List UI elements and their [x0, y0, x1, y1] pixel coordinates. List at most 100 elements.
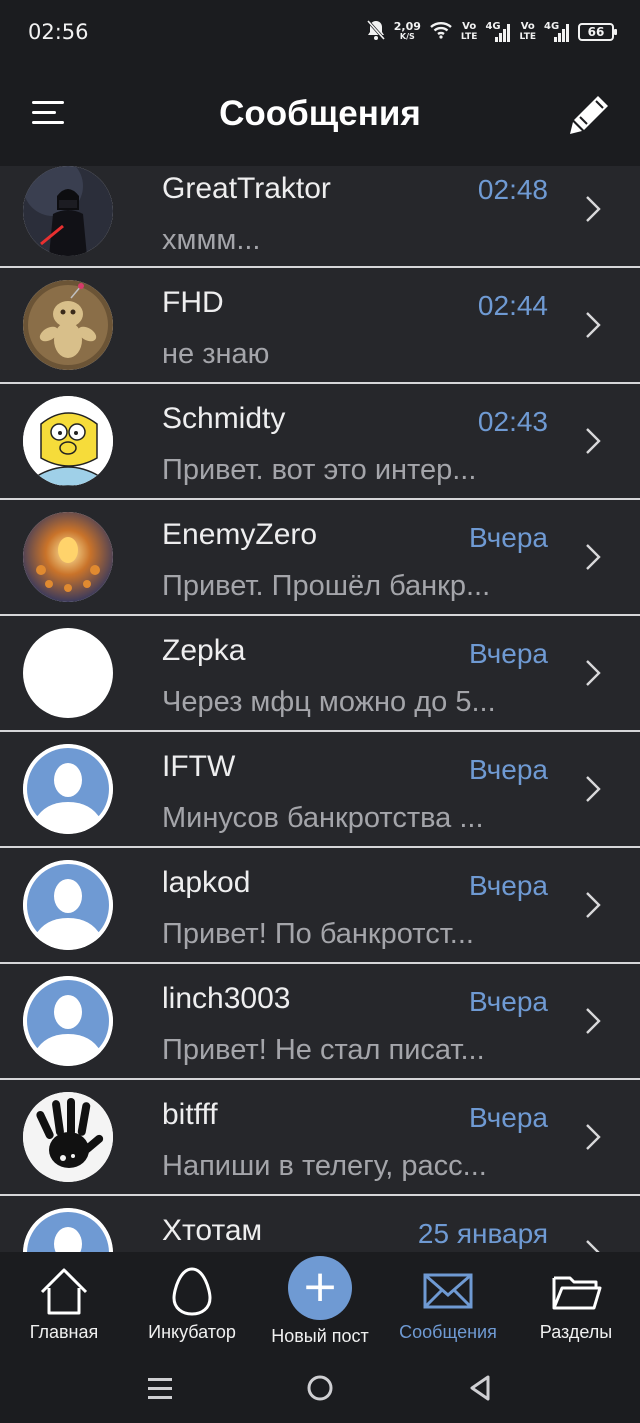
conversation-row[interactable]: bitfff Вчера Напиши в телегу, расс... — [0, 1080, 640, 1196]
glowing-figure-avatar — [23, 512, 113, 602]
conversation-row[interactable]: Хтотам 25 января — [0, 1196, 640, 1252]
chevron-right-icon — [586, 1124, 601, 1150]
sim1-signal: 4G — [485, 21, 511, 43]
sim2-signal: 4G — [544, 21, 570, 43]
conversation-row[interactable]: FHD 02:44 не знаю — [0, 268, 640, 384]
signal-bars-icon — [495, 24, 511, 42]
default-user-avatar — [23, 976, 113, 1066]
conversation-row[interactable]: EnemyZero Вчера Привет. Прошёл банкр... — [0, 500, 640, 616]
page-title: Сообщения — [219, 94, 421, 133]
conversation-row[interactable]: IFTW Вчера Минусов банкротства ... — [0, 732, 640, 848]
nav-sections-label: Разделы — [539, 1322, 613, 1342]
sim1-top: Vo — [462, 21, 477, 32]
conversation-time: 02:43 — [477, 406, 548, 437]
conversation-row[interactable]: linch3003 Вчера Привет! Не стал писат... — [0, 964, 640, 1080]
conversation-name: linch3003 — [162, 982, 291, 1015]
system-nav-bar — [0, 1352, 640, 1423]
conversation-time: Вчера — [468, 638, 548, 669]
pencil-icon — [570, 96, 608, 134]
battery-icon: 66 — [578, 23, 617, 41]
chevron-right-icon — [586, 776, 601, 802]
back-triangle-icon[interactable] — [464, 1372, 496, 1404]
conversation-list[interactable]: GreatTraktor 02:48 хммм... FHD 02:44 не … — [0, 166, 640, 1252]
cartoon-character-avatar — [23, 396, 113, 486]
conversation-time: 02:48 — [477, 174, 548, 205]
conversation-preview: хммм... — [162, 224, 261, 256]
conversation-preview: Привет. Прошёл банкр... — [162, 570, 491, 602]
conversation-name: Schmidty — [162, 402, 286, 435]
nav-new-post[interactable]: + Новый пост — [260, 1252, 380, 1352]
conversation-row[interactable]: Schmidty 02:43 Привет. вот это интер... — [0, 384, 640, 500]
nav-new-post-label: Новый пост — [271, 1326, 369, 1346]
conversation-preview: Привет! Не стал писат... — [162, 1034, 485, 1066]
app-header: Сообщения — [0, 64, 640, 166]
status-time: 02:56 — [28, 20, 89, 44]
conversation-time: 25 января — [417, 1218, 548, 1249]
conversation-time: Вчера — [468, 870, 548, 901]
default-user-avatar — [23, 860, 113, 950]
sim2-bottom: LTE — [519, 32, 536, 42]
bottom-nav: Главная Инкубатор + Новый пост Сообщения… — [0, 1252, 640, 1352]
chevron-right-icon — [586, 892, 601, 918]
net-speed-unit: K/S — [399, 32, 415, 41]
nav-home-label: Главная — [29, 1322, 99, 1342]
hand-print-avatar — [23, 1092, 113, 1182]
nav-incubator[interactable]: Инкубатор — [136, 1252, 248, 1352]
conversation-name: Zepka — [162, 634, 246, 667]
compose-button[interactable] — [568, 92, 612, 136]
conversation-preview: Напиши в телегу, расс... — [162, 1150, 487, 1182]
conversation-row[interactable]: GreatTraktor 02:48 хммм... — [0, 166, 640, 268]
chevron-right-icon — [586, 660, 601, 686]
conversation-name: bitfff — [162, 1098, 218, 1131]
blank-white-avatar — [23, 628, 113, 718]
conversation-name: lapkod — [162, 866, 251, 899]
conversation-name: Хтотам — [162, 1214, 263, 1247]
signal-bars-icon — [554, 24, 569, 42]
sim1-volte: Vo LTE — [460, 21, 478, 43]
sim2-volte: Vo LTE — [519, 21, 536, 43]
conversation-preview: Привет. вот это интер... — [162, 454, 477, 486]
egg-icon — [172, 1267, 212, 1316]
conversation-preview: Минусов банкротства ... — [162, 802, 484, 834]
new-post-button[interactable]: + — [288, 1256, 352, 1320]
sim1-bottom: LTE — [460, 32, 478, 42]
chevron-right-icon — [586, 196, 601, 222]
conversation-row[interactable]: lapkod Вчера Привет! По банкротст... — [0, 848, 640, 964]
conversation-preview: не знаю — [162, 338, 270, 370]
home-circle-icon[interactable] — [304, 1372, 336, 1404]
chevron-right-icon — [586, 544, 601, 570]
chevron-right-icon — [586, 312, 601, 338]
default-user-avatar — [23, 744, 113, 834]
nav-sections[interactable]: Разделы — [526, 1252, 626, 1352]
chevron-right-icon — [586, 428, 601, 454]
chevron-right-icon — [586, 1008, 601, 1034]
conversation-row[interactable]: Zepka Вчера Через мфц можно до 5... — [0, 616, 640, 732]
conversation-name: GreatTraktor — [162, 172, 331, 205]
nav-home[interactable]: Главная — [10, 1252, 118, 1352]
darth-vader-avatar — [23, 166, 113, 256]
chevron-right-icon — [586, 1240, 600, 1252]
default-user-avatar — [23, 1208, 113, 1252]
wifi-icon — [429, 21, 453, 43]
recent-apps-icon[interactable] — [144, 1372, 176, 1404]
conversation-preview: Привет! По банкротст... — [162, 918, 474, 950]
nav-messages[interactable]: Сообщения — [390, 1252, 506, 1352]
plus-icon: + — [301, 1261, 339, 1312]
sim2-top: Vo — [520, 21, 535, 32]
nav-messages-label: Сообщения — [399, 1322, 497, 1342]
conversation-time: Вчера — [468, 522, 548, 553]
conversation-time: 02:44 — [477, 290, 548, 321]
conversation-time: Вчера — [468, 986, 548, 1017]
home-icon — [40, 1268, 88, 1315]
conversation-name: EnemyZero — [162, 518, 318, 551]
bell-muted-icon — [366, 19, 386, 45]
nav-incubator-label: Инкубатор — [148, 1322, 236, 1342]
conversation-name: IFTW — [162, 750, 236, 783]
envelope-icon — [423, 1273, 473, 1309]
conversation-time: Вчера — [468, 754, 548, 785]
conversation-preview: Через мфц можно до 5... — [162, 686, 496, 718]
net-speed-value: 2,09 — [393, 20, 421, 33]
status-bar: 02:56 2,09 K/S Vo LTE 4G Vo LTE 4G 66 — [0, 0, 640, 64]
status-icons: 2,09 K/S Vo LTE 4G Vo LTE 4G 66 — [366, 18, 617, 46]
net-speed: 2,09 K/S — [393, 20, 421, 42]
